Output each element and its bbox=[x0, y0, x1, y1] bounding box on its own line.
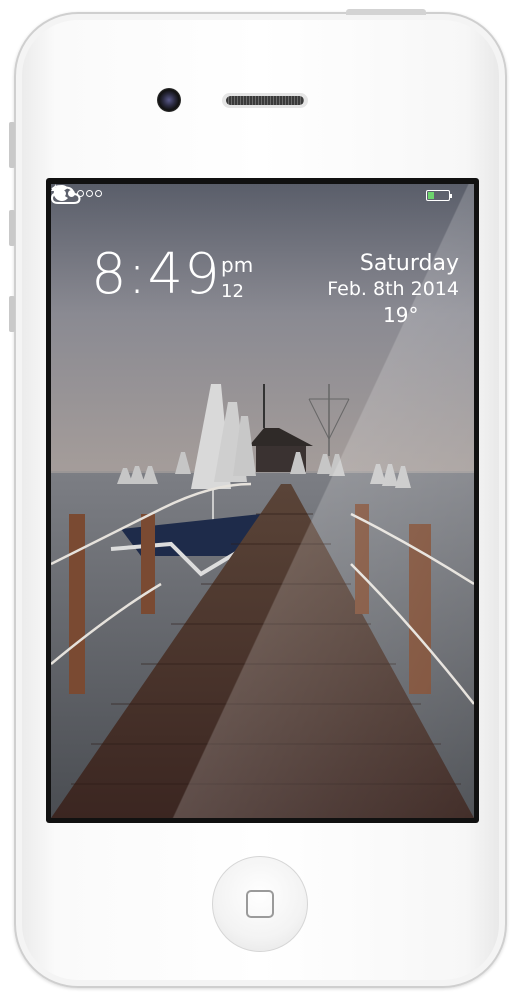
sleep-button[interactable] bbox=[346, 9, 426, 15]
clock-seconds: 12 bbox=[221, 281, 244, 302]
home-button[interactable] bbox=[212, 856, 308, 952]
clock-ampm: pm bbox=[221, 253, 254, 277]
date-label: Feb. 8th 2014 bbox=[327, 278, 459, 300]
volume-up-button[interactable] bbox=[9, 210, 15, 246]
earpiece-speaker bbox=[222, 93, 308, 108]
clock-time: 8:49 bbox=[91, 242, 221, 307]
status-bar bbox=[51, 184, 474, 204]
signal-dot bbox=[86, 190, 93, 197]
signal-dot bbox=[95, 190, 102, 197]
lockscreen-wallpaper: 8:49 pm 12 Saturday Feb. 8th 2014 19° bbox=[51, 184, 474, 818]
volume-down-button[interactable] bbox=[9, 296, 15, 332]
screen: 8:49 pm 12 Saturday Feb. 8th 2014 19° bbox=[46, 178, 479, 823]
mute-switch[interactable] bbox=[9, 122, 15, 168]
weekday-label: Saturday bbox=[359, 251, 459, 276]
battery-level bbox=[428, 192, 434, 199]
front-camera-icon bbox=[157, 88, 181, 112]
temperature-label: 19° bbox=[383, 303, 419, 327]
home-square-icon bbox=[246, 890, 274, 918]
cloud-icon bbox=[51, 186, 81, 204]
battery-icon bbox=[426, 190, 452, 201]
